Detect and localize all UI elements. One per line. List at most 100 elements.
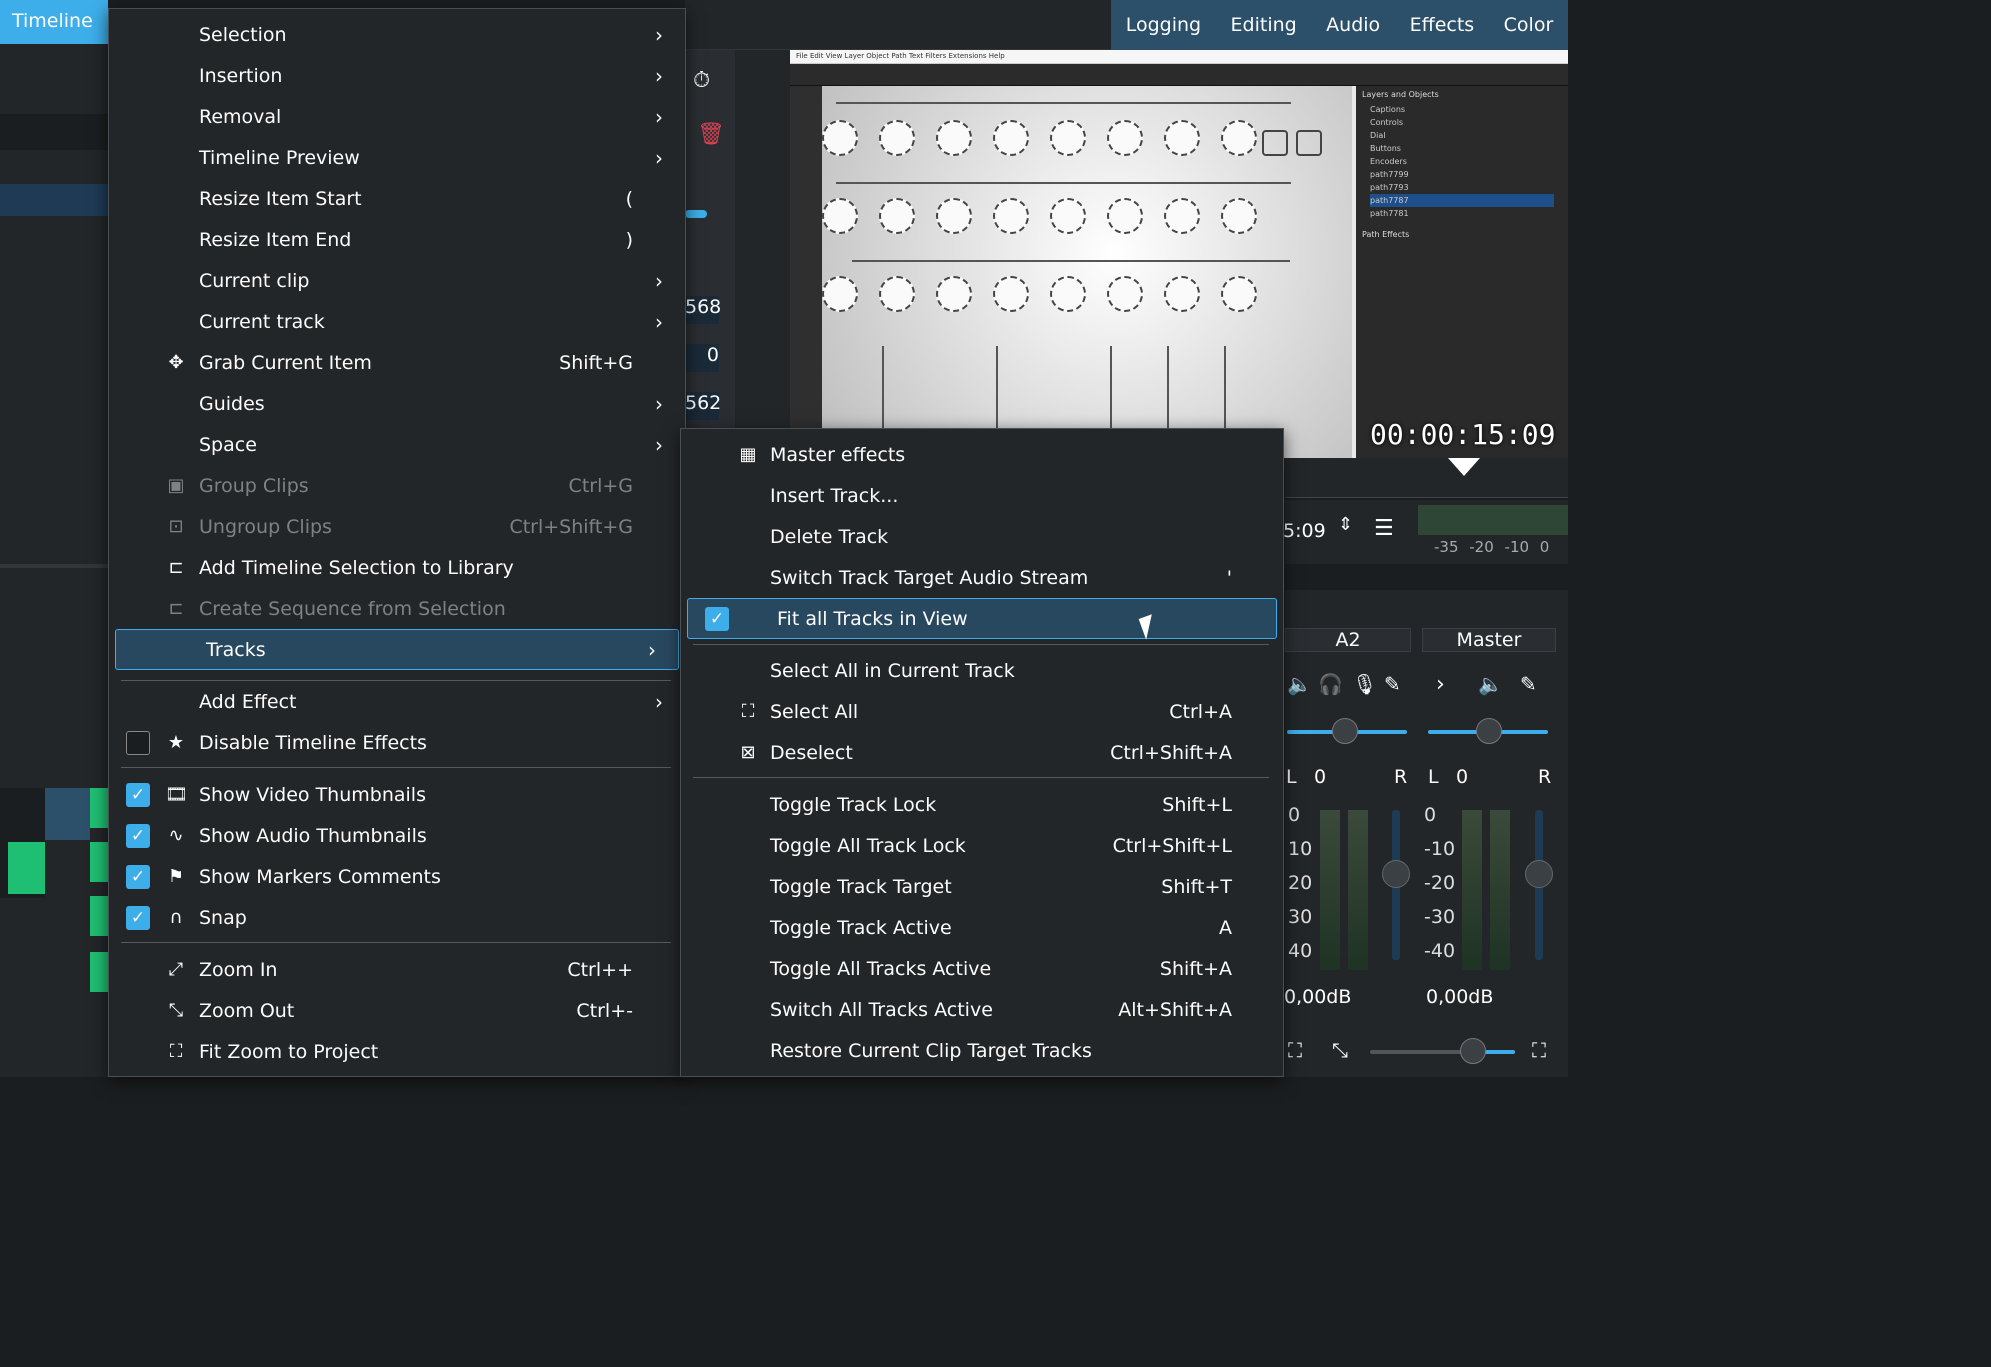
layout-tab-effects[interactable]: Effects xyxy=(1406,14,1479,36)
track-tag-a1[interactable] xyxy=(90,896,108,936)
checkbox[interactable]: ✓ xyxy=(126,864,150,889)
tracks-submenu: ▦ Master effects Insert Track... Delete Tra… xyxy=(680,428,1284,1077)
headphones-icon[interactable]: 🎧 xyxy=(1318,672,1343,696)
menu-item-label: Toggle Track Lock xyxy=(770,793,937,816)
zoom-slider-knob[interactable] xyxy=(1460,1038,1486,1064)
balance-value-master[interactable]: 0 xyxy=(1456,766,1468,788)
menu-item-resize-item-start[interactable]: Resize Item Start ( xyxy=(109,178,685,219)
master-speaker-icon[interactable]: 🔈 xyxy=(1478,672,1503,696)
menu-item-zoom-in[interactable]: ⤢ Zoom In Ctrl++ xyxy=(109,949,685,990)
menu-item-ungroup-clips[interactable]: ⊡ Ungroup Clips Ctrl+Shift+G xyxy=(109,506,685,547)
menu-item-switch-all-tracks-active[interactable]: Switch All Tracks Active Alt+Shift+A xyxy=(681,989,1283,1030)
timer-icon[interactable]: ⏱ xyxy=(693,68,710,93)
volume-fader-knob-a2[interactable] xyxy=(1382,860,1410,888)
menu-item-add-effect[interactable]: Add Effect › xyxy=(109,681,685,722)
menu-item-create-sequence-from-selection[interactable]: ⊏ Create Sequence from Selection xyxy=(109,588,685,629)
menu-item-current-clip[interactable]: Current clip › xyxy=(109,260,685,301)
menu-item-deselect[interactable]: ⊠ Deselect Ctrl+Shift+A xyxy=(681,732,1283,773)
balance-knob-master[interactable] xyxy=(1476,718,1502,744)
menu-item-group-clips[interactable]: ▣ Group Clips Ctrl+G xyxy=(109,465,685,506)
chevron-right-icon[interactable]: › xyxy=(1436,672,1445,697)
menu-item-selection[interactable]: Selection › xyxy=(109,14,685,55)
spin-arrows-icon[interactable]: ⇕ xyxy=(1338,514,1353,535)
menu-item-add-timeline-selection-to-library[interactable]: ⊏ Add Timeline Selection to Library xyxy=(109,547,685,588)
menu-item-restore-current-clip-target-tracks[interactable]: Restore Current Clip Target Tracks xyxy=(681,1030,1283,1071)
menu-item-insertion[interactable]: Insertion › xyxy=(109,55,685,96)
menu-item-zoom-out[interactable]: ⤡ Zoom Out Ctrl+- xyxy=(109,990,685,1031)
menu-item-resize-item-end[interactable]: Resize Item End) xyxy=(109,219,685,260)
effects-wand-icon[interactable]: ✎ xyxy=(1384,672,1401,696)
flag-icon: ⚑ xyxy=(167,865,185,887)
zoom-out-icon[interactable]: ⤡ xyxy=(1332,1038,1348,1062)
menu-item-toggle-track-target[interactable]: Toggle Track Target Shift+T xyxy=(681,866,1283,907)
playhead-marker[interactable] xyxy=(1448,458,1480,476)
trash-icon[interactable]: 🗑 xyxy=(697,122,725,147)
menu-item-toggle-track-active[interactable]: Toggle Track Active A xyxy=(681,907,1283,948)
menu-item-label: Zoom Out xyxy=(199,999,295,1022)
gain-field-master[interactable]: 0,00dB xyxy=(1426,986,1493,1008)
monitor-ruler[interactable] xyxy=(1285,458,1568,498)
gain-field-a2[interactable]: 0,00dB xyxy=(1284,986,1351,1008)
menu-item-timeline-preview[interactable]: Timeline Preview › xyxy=(109,137,685,178)
checkbox[interactable]: ✓ xyxy=(126,905,150,930)
knob-shape xyxy=(1221,120,1257,156)
menu-item-show-markers-comments[interactable]: ✓ ⚑ Show Markers Comments xyxy=(109,856,685,897)
menu-item-snap[interactable]: ✓ ∩ Snap xyxy=(109,897,685,938)
layout-tab-color[interactable]: Color xyxy=(1500,14,1558,36)
value-field-3[interactable]: 562 xyxy=(685,392,721,420)
zoom-fit-icon[interactable]: ⛶ xyxy=(1288,1038,1302,1062)
track-active-indicator[interactable] xyxy=(8,842,45,894)
menu-item-show-audio-thumbnails[interactable]: ✓ ∿ Show Audio Thumbnails xyxy=(109,815,685,856)
menu-item-removal[interactable]: Removal › xyxy=(109,96,685,137)
checkbox[interactable]: ✓ xyxy=(126,823,150,848)
menu-item-insert-track[interactable]: Insert Track... xyxy=(681,475,1283,516)
track-collapse-button[interactable] xyxy=(45,788,90,840)
balance-value-a2[interactable]: 0 xyxy=(1314,766,1326,788)
vu-meter xyxy=(1320,810,1340,970)
track-tag-v1[interactable] xyxy=(90,842,108,882)
menu-item-toggle-all-track-lock[interactable]: Toggle All Track Lock Ctrl+Shift+L xyxy=(681,825,1283,866)
menu-item-fit-zoom-to-project[interactable]: ⛶ Fit Zoom to Project xyxy=(109,1031,685,1072)
menu-item-grab-current-item[interactable]: ✥ Grab Current Item Shift+G xyxy=(109,342,685,383)
menu-item-select-all[interactable]: ⛶ Select All Ctrl+A xyxy=(681,691,1283,732)
master-effects-wand-icon[interactable]: ✎ xyxy=(1520,672,1537,696)
menu-item-disable-timeline-effects[interactable]: ★ Disable Timeline Effects xyxy=(109,722,685,763)
microphone-icon[interactable]: 🎙 xyxy=(1352,672,1377,696)
menu-item-fit-all-tracks-in-view[interactable]: ✓ Fit all Tracks in View xyxy=(687,598,1277,639)
value-field-1[interactable]: 568 xyxy=(685,296,721,324)
transport-timecode[interactable]: 5:09 xyxy=(1283,520,1326,542)
layout-tab-editing[interactable]: Editing xyxy=(1227,14,1301,36)
tab-timeline[interactable]: Timeline xyxy=(0,0,108,44)
menu-item-shortcut: Alt+Shift+A xyxy=(1118,998,1232,1021)
checkbox[interactable]: ✓ xyxy=(705,606,729,631)
balance-knob-a2[interactable] xyxy=(1332,718,1358,744)
menu-item-label: Toggle All Track Lock xyxy=(770,834,966,857)
track-tag-v2[interactable] xyxy=(90,788,108,828)
layer-item: Controls xyxy=(1370,118,1404,127)
menu-item-show-video-thumbnails[interactable]: ✓ 🎞 Show Video Thumbnails xyxy=(109,774,685,815)
speed-slider[interactable] xyxy=(685,210,707,218)
menu-separator xyxy=(693,644,1269,645)
volume-fader-knob-master[interactable] xyxy=(1525,860,1553,888)
menu-item-switch-track-target-audio-stream[interactable]: Switch Track Target Audio Stream ' xyxy=(681,557,1283,598)
menu-item-toggle-all-tracks-active[interactable]: Toggle All Tracks Active Shift+A xyxy=(681,948,1283,989)
menu-item-space[interactable]: Space › xyxy=(109,424,685,465)
menu-item-master-effects[interactable]: ▦ Master effects xyxy=(681,434,1283,475)
layout-tab-audio[interactable]: Audio xyxy=(1322,14,1384,36)
layout-tab-logging[interactable]: Logging xyxy=(1122,14,1205,36)
knob-shape xyxy=(1221,276,1257,312)
checkbox[interactable] xyxy=(126,730,150,755)
zoom-in-icon[interactable]: ⛶ xyxy=(1532,1038,1546,1062)
menu-item-tracks[interactable]: Tracks › xyxy=(115,629,679,670)
checkbox[interactable]: ✓ xyxy=(126,782,150,807)
speaker-icon[interactable]: 🔈 xyxy=(1287,672,1312,696)
menu-item-delete-track[interactable]: Delete Track xyxy=(681,516,1283,557)
track-tag-a2[interactable] xyxy=(90,952,108,992)
menu-item-toggle-track-lock[interactable]: Toggle Track Lock Shift+L xyxy=(681,784,1283,825)
menu-item-select-all-in-current-track[interactable]: Select All in Current Track xyxy=(681,650,1283,691)
value-field-2[interactable]: 0 xyxy=(685,344,719,372)
layer-item: path7799 xyxy=(1370,170,1409,179)
menu-item-current-track[interactable]: Current track › xyxy=(109,301,685,342)
menu-item-guides[interactable]: Guides › xyxy=(109,383,685,424)
hamburger-menu-icon[interactable]: ☰ xyxy=(1374,516,1394,541)
